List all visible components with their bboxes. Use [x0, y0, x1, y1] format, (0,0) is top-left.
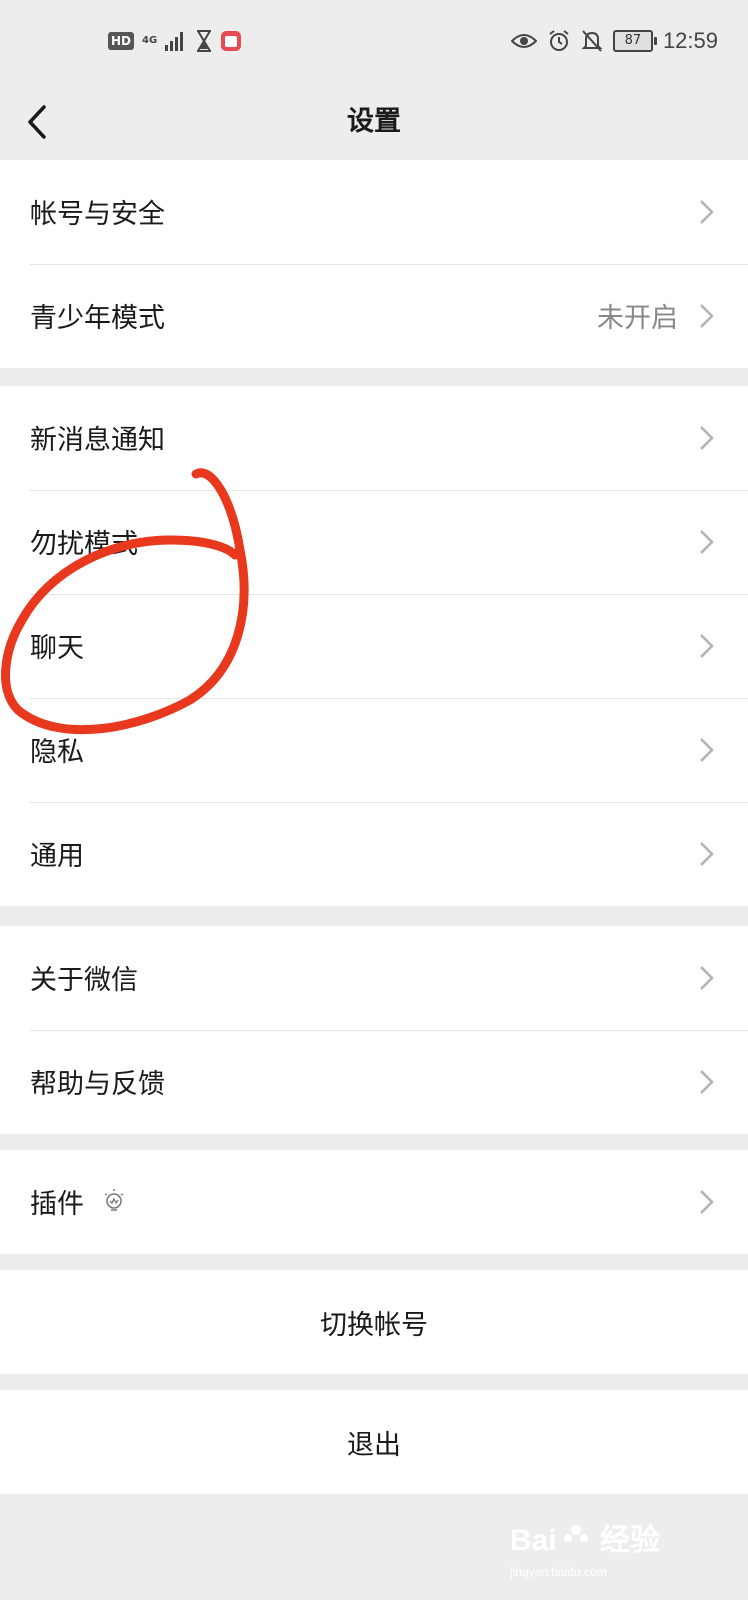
settings-item-plugins[interactable]: 插件 [0, 1150, 748, 1254]
settings-item-label: 插件 [30, 1189, 84, 1220]
svg-text:jingyan.baidu.com: jingyan.baidu.com [510, 1565, 607, 1579]
chevron-right-icon [700, 304, 714, 328]
settings-item-help-feedback[interactable]: 帮助与反馈 [0, 1030, 748, 1134]
chevron-right-icon [700, 738, 714, 762]
svg-text:经验: 经验 [600, 1523, 660, 1557]
alarm-icon [549, 30, 569, 51]
settings-item-privacy[interactable]: 隐私 [0, 698, 748, 802]
settings-group-account: 帐号与安全 青少年模式 未开启 [0, 160, 748, 368]
settings-item-about-wechat[interactable]: 关于微信 [0, 926, 748, 1030]
app-notification-icon [221, 31, 242, 51]
chevron-right-icon [700, 1070, 714, 1094]
switch-account-label: 切换帐号 [320, 1310, 428, 1341]
svg-text:Bai: Bai [510, 1524, 557, 1557]
battery-indicator: 87 [612, 30, 657, 52]
settings-item-label: 关于微信 [30, 965, 138, 996]
settings-item-label: 勿扰模式 [30, 529, 138, 560]
settings-group-plugins: 插件 [0, 1150, 748, 1254]
settings-item-label: 聊天 [30, 633, 84, 664]
settings-group-general: 新消息通知 勿扰模式 聊天 隐私 通用 [0, 386, 748, 906]
settings-item-label: 帮助与反馈 [30, 1069, 165, 1100]
settings-item-label: 新消息通知 [30, 425, 165, 456]
chevron-right-icon [700, 200, 714, 224]
switch-account-button[interactable]: 切换帐号 [0, 1270, 748, 1374]
chevron-right-icon [700, 530, 714, 554]
chevron-right-icon [700, 1190, 714, 1214]
settings-item-account-security[interactable]: 帐号与安全 [0, 160, 748, 264]
bell-muted-icon [581, 30, 603, 52]
settings-item-label: 帐号与安全 [30, 199, 165, 230]
logout-button[interactable]: 退出 [0, 1390, 748, 1494]
settings-item-do-not-disturb[interactable]: 勿扰模式 [0, 490, 748, 594]
settings-item-general[interactable]: 通用 [0, 802, 748, 906]
status-right: 87 12:59 [510, 28, 718, 54]
baidu-jingyan-watermark: Bai 经验 jingyan.baidu.com [510, 1523, 660, 1579]
chevron-right-icon [700, 634, 714, 658]
nav-bar: 设置 [0, 85, 748, 160]
status-bar: HD 4G 87 12:59 [0, 0, 748, 85]
clock: 12:59 [662, 28, 718, 53]
settings-item-teen-mode[interactable]: 青少年模式 未开启 [0, 264, 748, 368]
settings-item-notifications[interactable]: 新消息通知 [0, 386, 748, 490]
settings-item-chat[interactable]: 聊天 [0, 594, 748, 698]
settings-item-label: 青少年模式 [30, 303, 165, 334]
page-title: 设置 [347, 106, 401, 137]
lightbulb-icon [104, 1189, 124, 1211]
network-type: 4G [142, 35, 158, 46]
hourglass-icon [197, 30, 212, 52]
signal-icon [165, 32, 184, 51]
settings-group-about: 关于微信 帮助与反馈 [0, 926, 748, 1134]
status-left: HD 4G [108, 30, 242, 52]
eye-icon [510, 34, 537, 48]
chevron-right-icon [700, 426, 714, 450]
logout-label: 退出 [347, 1430, 401, 1461]
hd-badge: HD [108, 32, 135, 50]
settings-item-value: 未开启 [597, 303, 678, 334]
chevron-right-icon [700, 966, 714, 990]
chevron-right-icon [700, 842, 714, 866]
settings-item-label: 隐私 [30, 737, 84, 768]
settings-item-label: 通用 [30, 841, 84, 872]
